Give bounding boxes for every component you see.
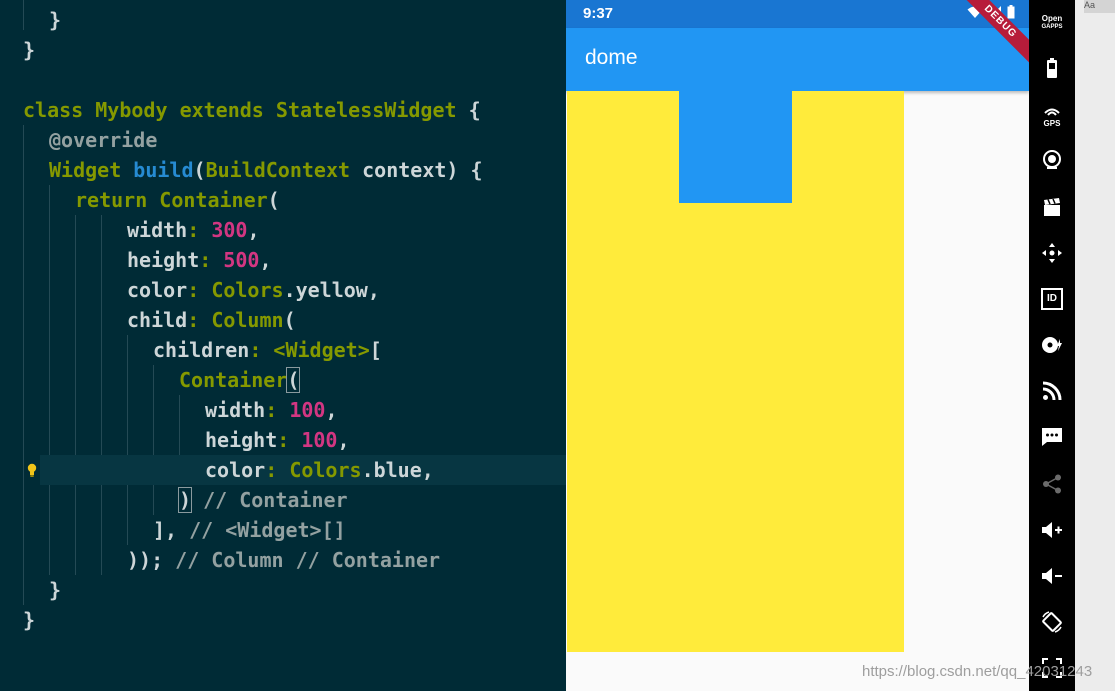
rotate-icon[interactable] bbox=[1029, 602, 1075, 642]
app-title: dome bbox=[585, 46, 638, 69]
indent-guide bbox=[101, 215, 102, 575]
clapperboard-icon[interactable] bbox=[1029, 187, 1075, 227]
blue-container bbox=[679, 91, 792, 203]
code-line: Widget build(BuildContext context) { bbox=[49, 158, 483, 182]
move-icon[interactable] bbox=[1029, 233, 1075, 273]
code-line: } bbox=[49, 8, 62, 32]
battery-icon[interactable] bbox=[1029, 48, 1075, 88]
volume-down-icon[interactable] bbox=[1029, 556, 1075, 596]
code-line: child: Column( bbox=[127, 308, 296, 332]
emulator-screen[interactable]: 9:37 dome DEBUG bbox=[566, 0, 1029, 691]
open-gapps-button[interactable]: Open GAPPS bbox=[1029, 14, 1075, 32]
share-icon[interactable] bbox=[1029, 464, 1075, 504]
camera-icon[interactable] bbox=[1029, 140, 1075, 180]
message-icon[interactable] bbox=[1029, 417, 1075, 457]
code-line: class Mybody extends StatelessWidget { bbox=[23, 98, 481, 122]
code-editor[interactable]: } } class Mybody extends StatelessWidget… bbox=[0, 0, 566, 691]
indent-guide bbox=[49, 185, 50, 575]
code-line: width: 300, bbox=[127, 218, 260, 242]
lightbulb-icon[interactable] bbox=[25, 455, 39, 485]
watermark: https://blog.csdn.net/qq_42031243 bbox=[862, 663, 1093, 680]
code-line: } bbox=[23, 38, 36, 62]
yellow-container bbox=[567, 91, 904, 652]
code-line: } bbox=[49, 578, 62, 602]
indent-guide bbox=[153, 365, 154, 515]
gps-icon[interactable]: GPS bbox=[1029, 94, 1075, 134]
status-bar: 9:37 bbox=[566, 0, 1029, 28]
code-line: @override bbox=[49, 128, 158, 152]
code-line: children: <Widget>[ bbox=[153, 338, 382, 362]
code-line: color: Colors.yellow, bbox=[127, 278, 380, 302]
indent-guide bbox=[75, 215, 76, 575]
indent-guide bbox=[23, 0, 24, 30]
id-icon[interactable]: ID bbox=[1029, 279, 1075, 319]
code-line: height: 500, bbox=[127, 248, 272, 272]
disk-icon[interactable] bbox=[1029, 325, 1075, 365]
code-line: width: 100, bbox=[205, 398, 338, 422]
rss-icon[interactable] bbox=[1029, 371, 1075, 411]
indent-guide bbox=[23, 125, 24, 605]
volume-up-icon[interactable] bbox=[1029, 510, 1075, 550]
code-line: return Container( bbox=[75, 188, 280, 212]
code-line: ], // <Widget>[] bbox=[153, 518, 346, 542]
code-line: color: Colors.blue, bbox=[205, 458, 434, 482]
corner-label: Aa bbox=[1084, 0, 1115, 13]
code-line: ) // Container bbox=[177, 487, 348, 513]
side-panel bbox=[1075, 0, 1115, 691]
code-line: Container( bbox=[179, 367, 301, 393]
indent-guide bbox=[127, 335, 128, 545]
code-line: )); // Column // Container bbox=[127, 548, 441, 572]
status-time: 9:37 bbox=[583, 5, 614, 22]
emulator-toolbar: Open GAPPS GPS ID bbox=[1029, 0, 1075, 691]
code-line: } bbox=[23, 608, 36, 632]
app-bar: dome bbox=[566, 28, 1029, 91]
code-line: height: 100, bbox=[205, 428, 350, 452]
